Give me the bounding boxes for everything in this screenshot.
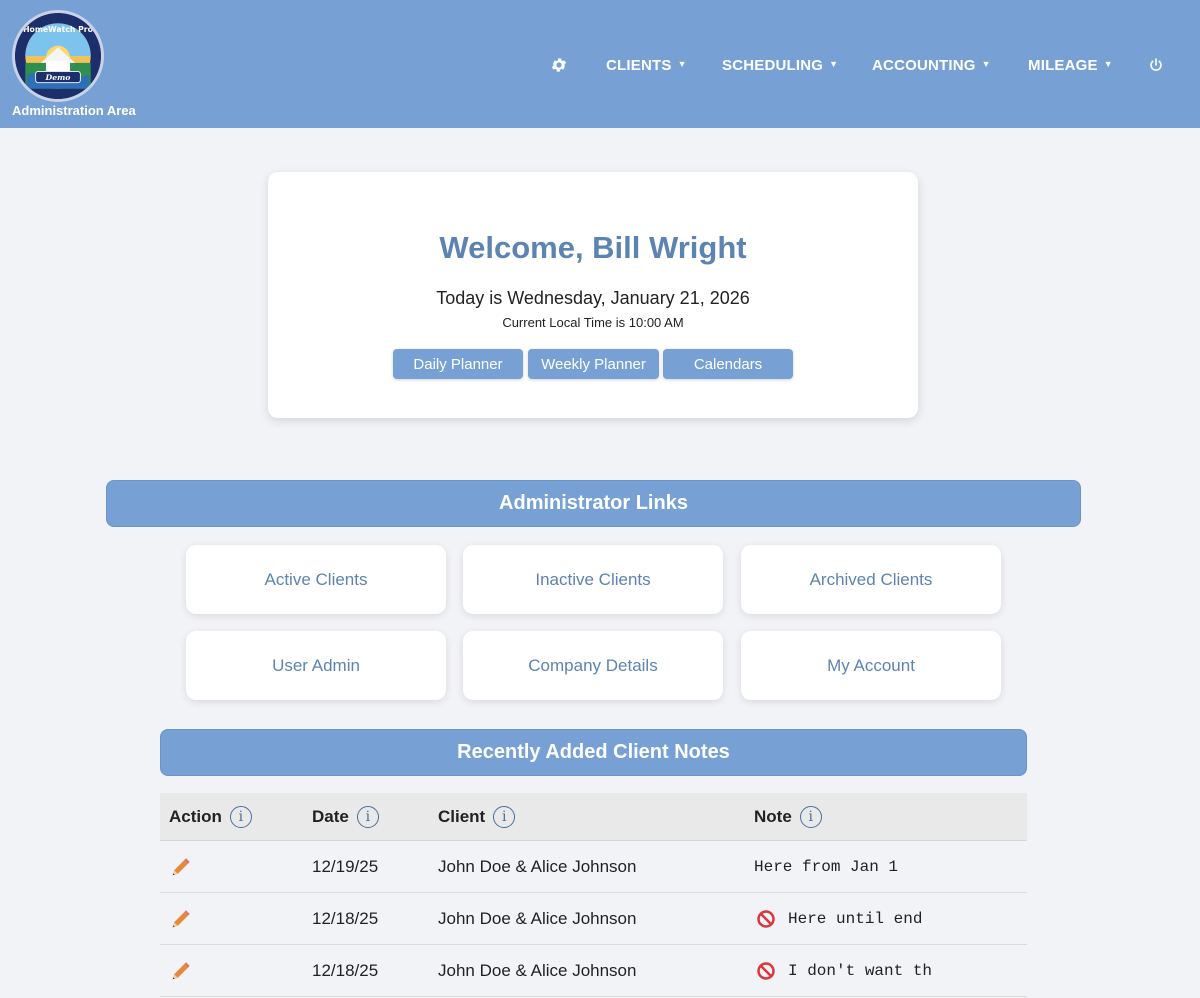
welcome-title: Welcome, Bill Wright [439, 230, 747, 265]
table-header: Action i Date i Client i Note i [160, 793, 1027, 841]
nav-mileage-label: MILEAGE [1028, 56, 1098, 74]
prohibited-icon [757, 910, 775, 928]
caret-down-icon: ▼ [1103, 59, 1113, 69]
note-client: John Doe & Alice Johnson [438, 961, 637, 980]
my-account-link[interactable]: My Account [741, 631, 1001, 700]
caret-down-icon: ▼ [981, 59, 991, 69]
note-text: I don't want th [788, 962, 933, 980]
logo-brand-text: HomeWatch Pro [23, 25, 93, 34]
client-notes-table: Action i Date i Client i Note i 12/19/25… [160, 793, 1027, 997]
daily-planner-button[interactable]: Daily Planner [393, 349, 523, 379]
active-clients-link[interactable]: Active Clients [186, 545, 446, 614]
nav-accounting[interactable]: ACCOUNTING ▼ [872, 50, 991, 80]
column-label: Date [312, 807, 349, 826]
column-header-date: Date i [312, 793, 379, 841]
settings-gear-button[interactable] [548, 50, 570, 80]
table-row: 12/18/25 John Doe & Alice Johnson Here u… [160, 893, 1027, 945]
welcome-card: Welcome, Bill Wright Today is Wednesday,… [268, 172, 918, 418]
nav-accounting-label: ACCOUNTING [872, 56, 976, 74]
note-client: John Doe & Alice Johnson [438, 909, 637, 928]
prohibited-icon [757, 962, 775, 980]
pencil-icon [172, 858, 190, 876]
nav-mileage[interactable]: MILEAGE ▼ [1028, 50, 1113, 80]
logout-button[interactable] [1146, 50, 1166, 80]
info-icon[interactable]: i [493, 806, 516, 828]
company-logo[interactable]: Demo HomeWatch Pro [12, 10, 104, 102]
company-details-link[interactable]: Company Details [463, 631, 723, 700]
nav-scheduling[interactable]: SCHEDULING ▼ [722, 50, 838, 80]
edit-note-button[interactable] [170, 945, 192, 997]
caret-down-icon: ▼ [677, 59, 687, 69]
pencil-icon [172, 910, 190, 928]
client-notes-header: Recently Added Client Notes [160, 729, 1027, 776]
note-date: 12/18/25 [312, 909, 379, 928]
user-admin-link[interactable]: User Admin [186, 631, 446, 700]
nav-clients[interactable]: CLIENTS ▼ [606, 50, 687, 80]
note-date: 12/19/25 [312, 857, 379, 876]
column-label: Action [169, 807, 222, 826]
table-row: 12/18/25 John Doe & Alice Johnson I don'… [160, 945, 1027, 997]
note-client: John Doe & Alice Johnson [438, 857, 637, 876]
archived-clients-link[interactable]: Archived Clients [741, 545, 1001, 614]
info-icon[interactable]: i [799, 806, 822, 828]
info-icon[interactable]: i [229, 806, 252, 828]
logo-emblem-icon: Demo HomeWatch Pro [15, 13, 101, 99]
note-cell: Here until end [756, 893, 922, 945]
column-header-client: Client i [438, 793, 516, 841]
edit-note-button[interactable] [170, 893, 192, 945]
note-text: Here until end [788, 910, 923, 928]
table-row: 12/19/25 John Doe & Alice Johnson Here f… [160, 841, 1027, 893]
gear-icon [551, 58, 567, 72]
note-date: 12/18/25 [312, 961, 379, 980]
calendars-button[interactable]: Calendars [663, 349, 793, 379]
info-icon[interactable]: i [356, 806, 379, 828]
nav-clients-label: CLIENTS [606, 56, 672, 74]
nav-scheduling-label: SCHEDULING [722, 56, 824, 74]
admin-links-header: Administrator Links [106, 480, 1081, 527]
area-label: Administration Area [12, 103, 136, 118]
today-date: Today is Wednesday, January 21, 2026 [436, 288, 750, 308]
column-header-note: Note i [754, 793, 822, 841]
top-header: Demo HomeWatch Pro Administration Area C… [0, 0, 1200, 128]
column-label: Note [754, 807, 792, 826]
note-cell: I don't want th [756, 945, 932, 997]
inactive-clients-link[interactable]: Inactive Clients [463, 545, 723, 614]
column-label: Client [438, 807, 486, 826]
weekly-planner-button[interactable]: Weekly Planner [528, 349, 659, 379]
local-time: Current Local Time is 10:00 AM [502, 315, 684, 330]
column-header-action: Action i [169, 793, 252, 841]
note-text: Here from Jan 1 [754, 858, 899, 876]
edit-note-button[interactable] [170, 841, 192, 893]
power-icon [1150, 58, 1162, 71]
pencil-icon [172, 962, 190, 980]
caret-down-icon: ▼ [829, 59, 839, 69]
logo-badge-text: Demo [45, 73, 71, 82]
